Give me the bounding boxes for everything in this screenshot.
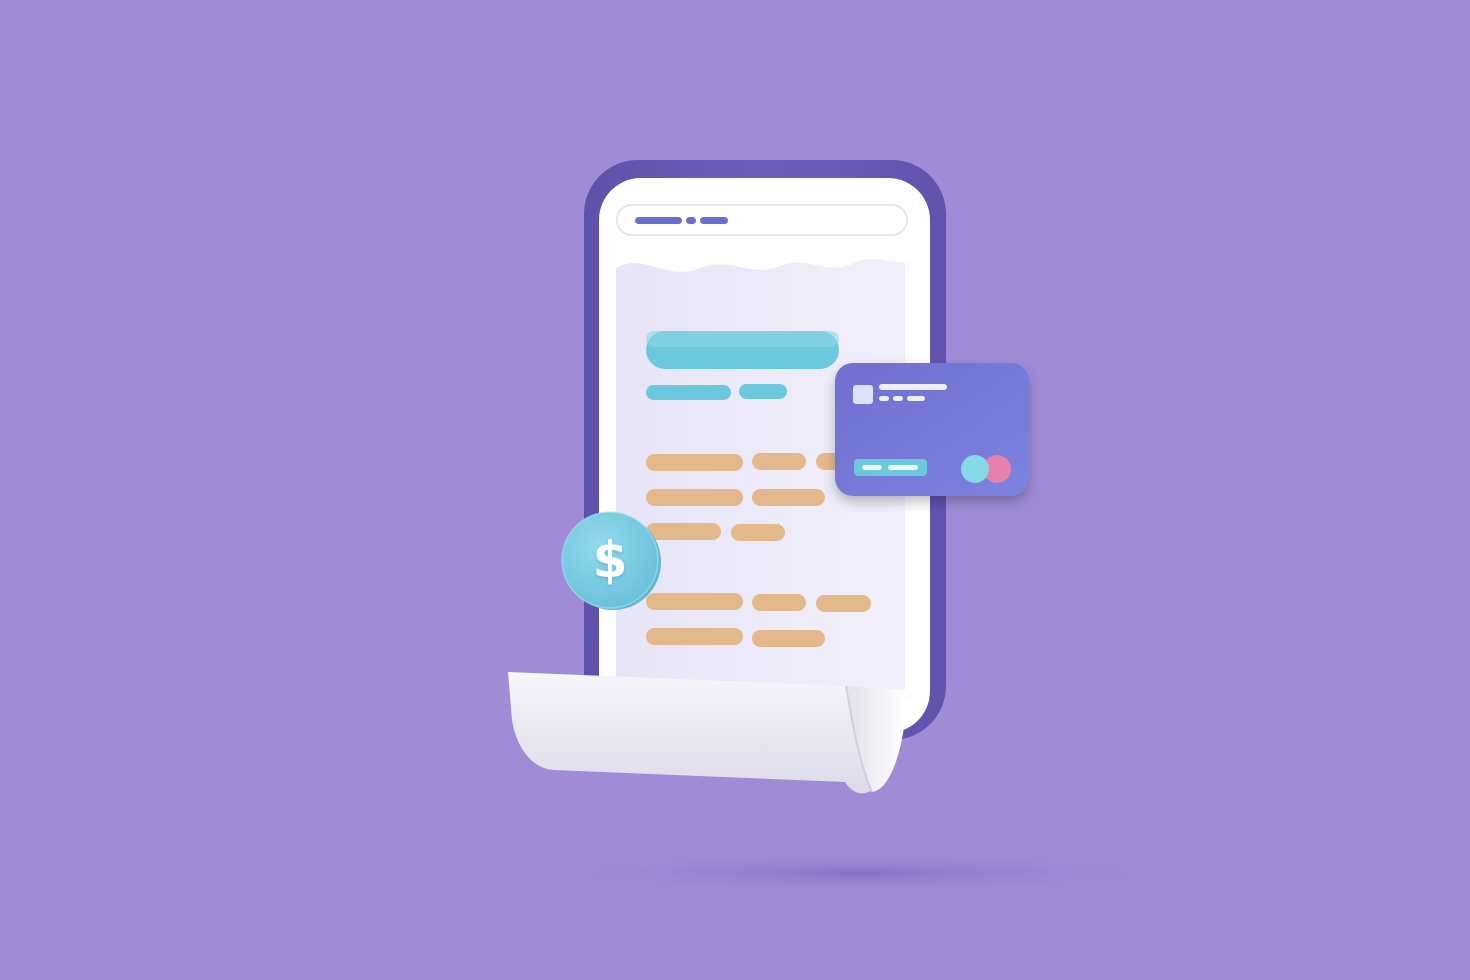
- receipt-curl: [508, 672, 905, 794]
- illustration-canvas: [508, 160, 1180, 893]
- header-line-1: [635, 217, 682, 224]
- header-line-2: [700, 217, 728, 224]
- receipt-subtitle-bar-1: [646, 385, 731, 400]
- credit-card-icon: [835, 363, 1029, 496]
- card-logo-teal: [961, 455, 989, 483]
- floor-shadow: [540, 853, 1180, 893]
- receipt-subtitle-bar-2: [739, 384, 787, 399]
- header-dot: [686, 217, 696, 224]
- receipt-icon: [508, 258, 914, 794]
- payment-receipt-illustration: $: [0, 0, 1470, 980]
